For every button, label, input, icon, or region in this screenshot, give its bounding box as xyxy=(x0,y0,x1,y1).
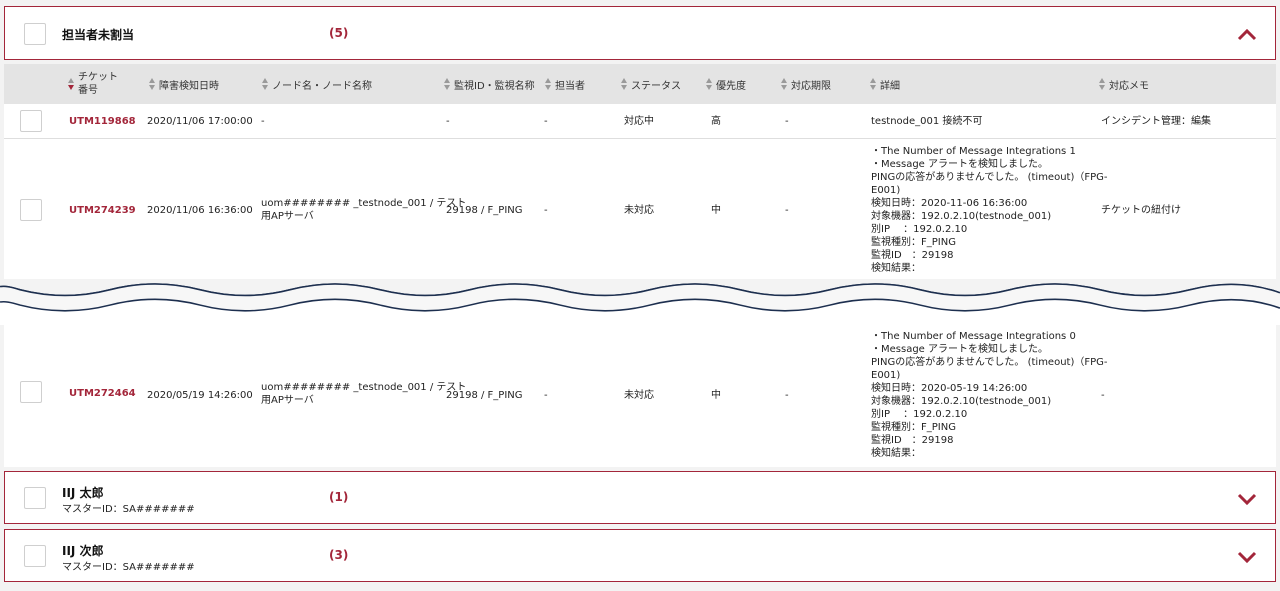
group-header-unassigned[interactable]: 担当者未割当 (5) xyxy=(4,6,1276,60)
node-name: - xyxy=(261,116,265,127)
group-title: 担当者未割当 xyxy=(62,28,135,42)
node-name-line: uom######## _testnode_001 / テスト xyxy=(261,382,467,393)
priority: 中 xyxy=(711,205,721,216)
sort-icon[interactable] xyxy=(621,78,628,90)
group-count: (3) xyxy=(329,548,349,562)
column-label: 番号 xyxy=(78,85,98,96)
table-row: UTM272464 2020/05/19 14:26:00 uom#######… xyxy=(4,312,1276,467)
memo: - xyxy=(1101,390,1105,401)
column-header-monitor[interactable]: 監視ID・監視名称 xyxy=(444,64,535,104)
column-header-node[interactable]: ノード名・ノード名称 xyxy=(262,64,372,104)
group-count: (5) xyxy=(329,26,349,40)
status: 未対応 xyxy=(624,205,654,216)
column-header-assignee[interactable]: 担当者 xyxy=(545,64,585,104)
priority: 中 xyxy=(711,390,721,401)
column-label: 優先度 xyxy=(716,80,746,92)
column-header-status[interactable]: ステータス xyxy=(621,64,681,104)
group-header-jiro[interactable]: IIJ 次郎 マスターID：SA####### (3) xyxy=(4,529,1276,582)
group-title: IIJ 太郎 xyxy=(62,486,104,500)
column-label: ノード名・ノード名称 xyxy=(272,80,372,92)
node-name-line: 用APサーバ xyxy=(261,211,314,222)
detail: ・The Number of Message Integrations 0 ・M… xyxy=(871,331,1108,459)
detected-time: 2020/05/19 14:26:00 xyxy=(147,390,253,401)
chevron-down-icon[interactable] xyxy=(1237,550,1257,564)
table-row: UTM119868 2020/11/06 17:00:00 - - - 対応中 … xyxy=(4,104,1276,139)
group-count: (1) xyxy=(329,490,349,504)
chevron-up-icon[interactable] xyxy=(1237,27,1257,41)
column-label: 対応メモ xyxy=(1109,80,1149,92)
assignee: - xyxy=(544,205,548,216)
priority: 高 xyxy=(711,116,721,127)
group-checkbox[interactable] xyxy=(24,487,46,509)
column-label: チケット xyxy=(78,72,118,83)
column-header-deadline[interactable]: 対応期限 xyxy=(781,64,831,104)
detail: testnode_001 接続不可 xyxy=(871,116,983,127)
detected-time: 2020/11/06 17:00:00 xyxy=(147,116,253,127)
detected-time: 2020/11/06 16:36:00 xyxy=(147,205,253,216)
ticket-list-page: 担当者未割当 (5) チケット番号 障害検知日時 ノード名・ノード名称 監視ID… xyxy=(0,0,1280,591)
monitor-id: 29198 / F_PING xyxy=(446,390,523,401)
memo-link[interactable]: チケットの紐付け xyxy=(1101,204,1181,217)
sort-icon[interactable] xyxy=(706,78,713,90)
ticket-number-link[interactable]: UTM274239 xyxy=(69,204,136,217)
status: 未対応 xyxy=(624,390,654,401)
sort-icon[interactable] xyxy=(1099,78,1106,90)
table-break-wave xyxy=(0,279,1280,325)
node-name: uom######## _testnode_001 / テスト 用APサーバ xyxy=(261,381,466,407)
chevron-down-icon[interactable] xyxy=(1237,492,1257,506)
node-name-line: uom######## _testnode_001 / テスト xyxy=(261,198,467,209)
assignee: - xyxy=(544,116,548,127)
column-label: 担当者 xyxy=(555,80,585,92)
group-title: IIJ 次郎 xyxy=(62,544,104,558)
sort-icon[interactable] xyxy=(149,78,156,90)
sort-icon[interactable] xyxy=(781,78,788,90)
ticket-number-link[interactable]: UTM272464 xyxy=(69,387,136,400)
monitor-id: - xyxy=(446,116,450,127)
group-checkbox[interactable] xyxy=(24,545,46,567)
sort-icon[interactable] xyxy=(545,78,552,90)
row-checkbox[interactable] xyxy=(20,199,42,221)
row-checkbox[interactable] xyxy=(20,110,42,132)
column-label: 対応期限 xyxy=(791,80,831,92)
deadline: - xyxy=(785,205,789,216)
detail: ・The Number of Message Integrations 1 ・M… xyxy=(871,146,1108,274)
column-header-priority[interactable]: 優先度 xyxy=(706,64,746,104)
node-name: uom######## _testnode_001 / テスト 用APサーバ xyxy=(261,197,466,223)
monitor-id: 29198 / F_PING xyxy=(446,205,523,216)
sort-icon[interactable] xyxy=(870,78,877,90)
sort-icon[interactable] xyxy=(444,78,451,90)
column-header-ticket[interactable]: チケット 番号 xyxy=(68,64,118,104)
column-label: 詳細 xyxy=(880,80,900,92)
column-label: ステータス xyxy=(631,80,681,92)
deadline: - xyxy=(785,116,789,127)
group-checkbox[interactable] xyxy=(24,23,46,45)
memo-link[interactable]: インシデント管理：編集 xyxy=(1101,115,1211,128)
deadline: - xyxy=(785,390,789,401)
table-header: チケット番号 障害検知日時 ノード名・ノード名称 監視ID・監視名称 担当者 ス… xyxy=(4,64,1276,104)
column-header-memo[interactable]: 対応メモ xyxy=(1099,64,1149,104)
sort-icon[interactable] xyxy=(262,78,269,90)
node-name-line: 用APサーバ xyxy=(261,395,314,406)
column-header-detected[interactable]: 障害検知日時 xyxy=(149,64,219,104)
status: 対応中 xyxy=(624,116,654,127)
group-master-id: マスターID：SA####### xyxy=(62,562,195,573)
table-row: UTM274239 2020/11/06 16:36:00 uom#######… xyxy=(4,139,1276,280)
row-checkbox[interactable] xyxy=(20,381,42,403)
group-master-id: マスターID：SA####### xyxy=(62,504,195,515)
sort-icon[interactable] xyxy=(68,78,75,90)
column-header-detail[interactable]: 詳細 xyxy=(870,64,900,104)
ticket-table: チケット番号 障害検知日時 ノード名・ノード名称 監視ID・監視名称 担当者 ス… xyxy=(4,64,1276,467)
column-label: 障害検知日時 xyxy=(159,80,219,92)
group-header-taro[interactable]: IIJ 太郎 マスターID：SA####### (1) xyxy=(4,471,1276,524)
column-label: 監視ID・監視名称 xyxy=(454,80,535,92)
assignee: - xyxy=(544,390,548,401)
ticket-number-link[interactable]: UTM119868 xyxy=(69,115,136,128)
